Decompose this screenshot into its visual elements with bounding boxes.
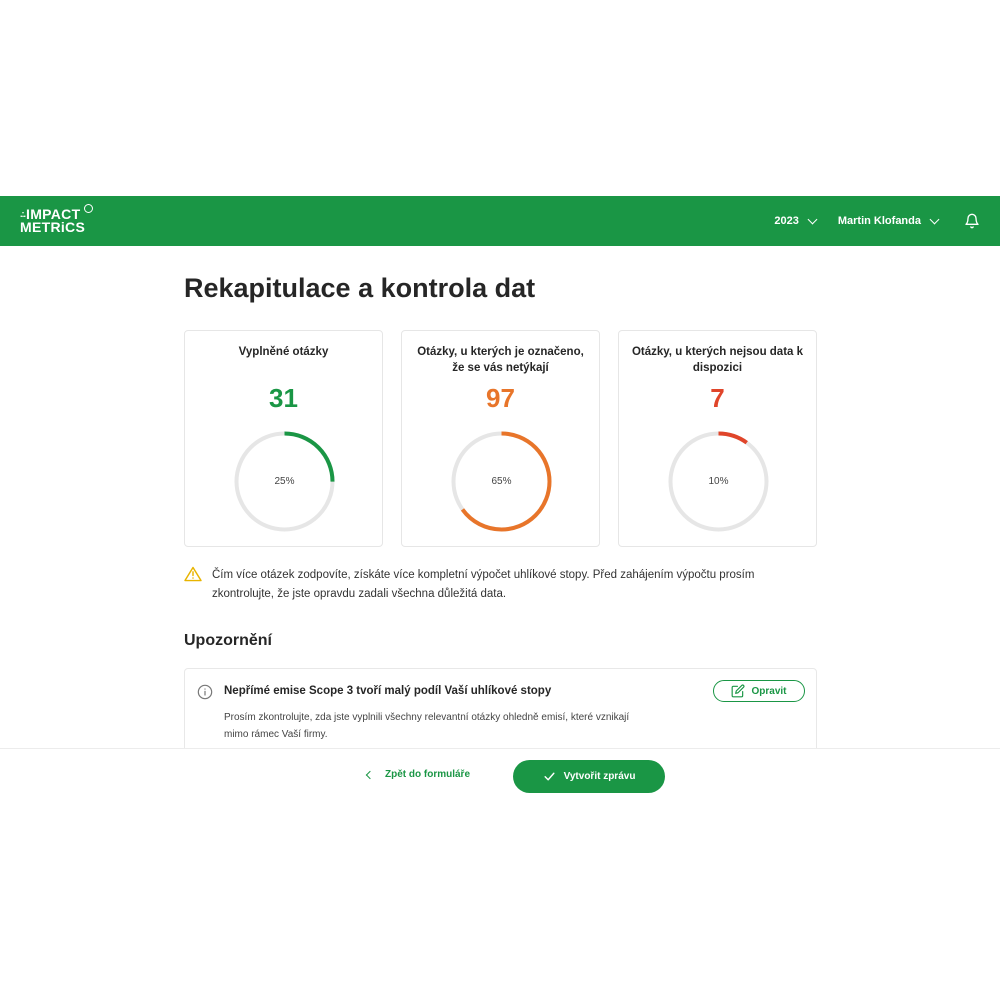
stat-card-not-applicable: Otázky, u kterých je označeno, že se vás… <box>401 330 600 547</box>
donut-percent-label: 10% <box>708 476 729 487</box>
user-name: Martin Klofanda <box>837 215 921 227</box>
warning-description: Prosím zkontrolujte, zda jste vyplnili v… <box>224 712 630 740</box>
card-title: Otázky, u kterých nejsou data k dispozic… <box>631 346 804 374</box>
card-title: Vyplněné otázky <box>238 346 329 358</box>
donut-percent-label: 25% <box>274 476 295 487</box>
bell-icon[interactable] <box>964 213 980 229</box>
year-value: 2023 <box>774 215 799 227</box>
card-value: 97 <box>486 383 515 413</box>
notice-text: Čím více otázek zodpovíte, získáte více … <box>212 569 755 600</box>
edit-icon <box>732 684 745 698</box>
card-title: Otázky, u kterých je označeno, že se vás… <box>417 346 584 374</box>
stat-card-filled: Vyplněné otázky 31 25% <box>184 330 383 547</box>
back-to-form-link[interactable]: Zpět do formuláře <box>365 769 471 780</box>
check-icon <box>544 772 555 781</box>
chevron-left-icon <box>365 770 375 779</box>
create-report-button[interactable]: Vytvořit zprávu <box>513 760 665 793</box>
chevron-down-icon <box>929 214 940 224</box>
card-value: 7 <box>710 383 725 413</box>
summary-cards: Vyplněné otázky 31 25% Otázky, u kterých… <box>184 330 817 547</box>
stat-card-no-data: Otázky, u kterých nejsou data k dispozic… <box>618 330 817 547</box>
completeness-notice: Čím více otázek zodpovíte, získáte více … <box>184 566 804 604</box>
impact-metrics-logo[interactable]: .:. IMPACT METRiCS <box>20 204 93 235</box>
user-menu[interactable]: Martin Klofanda <box>837 214 940 227</box>
header-controls: 2023 Martin Klofanda <box>774 213 980 229</box>
page-title: Rekapitulace a kontrola dat <box>184 273 536 303</box>
donut-percent-label: 65% <box>491 476 512 487</box>
fix-button-label: Opravit <box>751 685 787 697</box>
warning-icon <box>184 566 202 582</box>
top-navigation-bar: .:. IMPACT METRiCS 2023 Martin Klofanda <box>0 196 1000 246</box>
back-link-label: Zpět do formuláře <box>385 769 471 780</box>
footer-action-bar: Zpět do formuláře Vytvořit zprávu <box>0 748 1000 804</box>
chevron-down-icon <box>807 214 818 224</box>
fix-button[interactable]: Opravit <box>713 680 805 702</box>
warning-title: Nepřímé emise Scope 3 tvoří malý podíl V… <box>224 685 552 697</box>
year-select[interactable]: 2023 <box>774 214 818 227</box>
logo-line2: METRiCS <box>20 219 86 235</box>
logo-badge-icon <box>84 204 93 213</box>
card-value: 31 <box>269 383 298 413</box>
warning-item: Nepřímé emise Scope 3 tvoří malý podíl V… <box>184 668 817 758</box>
info-icon <box>197 684 213 700</box>
create-button-label: Vytvořit zprávu <box>563 771 636 782</box>
warnings-heading: Upozornění <box>184 632 272 649</box>
